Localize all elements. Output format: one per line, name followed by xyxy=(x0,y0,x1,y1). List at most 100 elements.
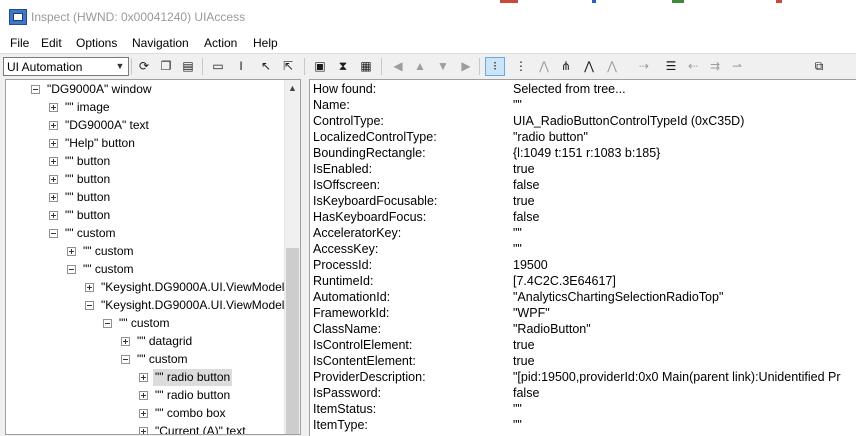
toolbar: UI Automation ▼ ⟳ ❐ ▤ ▭ I ↖ ⇱ ▣ ⧗ ▦ ◀ ▲ ▼ ▶ ⁝ ⋮ ⋀ ⋔ ⋀ ⋀ ⇢ ☰ ⇠ ⇉… xyxy=(0,53,856,80)
nav-down-icon[interactable]: ▼ xyxy=(433,57,453,76)
property-row[interactable]: IsOffscreen: false xyxy=(310,177,856,193)
property-row[interactable]: ClassName: "RadioButton" xyxy=(310,321,856,337)
scrollbar-thumb[interactable] xyxy=(286,248,299,434)
focus-pointer-icon[interactable]: ⇱ xyxy=(278,57,298,76)
hourglass-icon[interactable]: ⧗ xyxy=(333,57,353,76)
property-row[interactable]: BoundingRectangle: {l:1049 t:151 r:1083 b… xyxy=(310,145,856,161)
nav-left-icon[interactable]: ◀ xyxy=(388,57,408,76)
property-row[interactable]: FrameworkId: "WPF" xyxy=(310,305,856,321)
tree-item-label: "" button xyxy=(65,208,111,222)
property-value: "" xyxy=(513,402,522,416)
tree-item-label: "" button xyxy=(65,154,111,168)
menu-options[interactable]: Options xyxy=(76,36,117,50)
property-name: ItemStatus: xyxy=(313,402,377,416)
property-row[interactable]: LocalizedControlType: "radio button" xyxy=(310,129,856,145)
expand-plus-icon[interactable] xyxy=(49,139,58,148)
collapse-minus-icon[interactable] xyxy=(85,301,94,310)
expand-plus-icon[interactable] xyxy=(49,211,58,220)
property-value: "WPF" xyxy=(513,306,550,320)
panel-splitter[interactable] xyxy=(301,79,309,435)
expand-plus-icon[interactable] xyxy=(139,391,148,400)
property-name: Name: xyxy=(313,98,350,112)
property-row[interactable]: IsPassword: false xyxy=(310,385,856,401)
expand-plus-icon[interactable] xyxy=(139,373,148,382)
scroll-up-icon[interactable]: ▲ xyxy=(285,80,300,97)
properties-panel: How found: Selected from tree... Name: "" Co… xyxy=(309,79,856,436)
expand-plus-icon[interactable] xyxy=(85,283,94,292)
property-row[interactable]: ControlType: UIA_RadioButtonControlTypeId… xyxy=(310,113,856,129)
watch-icon[interactable]: ▦ xyxy=(356,57,376,76)
tree-view-icon[interactable]: ⁝ xyxy=(485,57,505,76)
expand-plus-icon[interactable] xyxy=(139,409,148,418)
property-row[interactable]: HasKeyboardFocus: false xyxy=(310,209,856,225)
properties-icon[interactable]: ▤ xyxy=(178,57,198,76)
nav-up-icon[interactable]: ▲ xyxy=(410,57,430,76)
expand-plus-icon[interactable] xyxy=(139,427,148,434)
element-tree[interactable]: ▲ "DG9000A" window "" image "DG9000A" text… xyxy=(5,79,301,435)
tree-item-label: "" radio button xyxy=(153,369,233,386)
property-row[interactable]: RuntimeId: [7.4C2C.3E64617] xyxy=(310,273,856,289)
chevron-down-icon[interactable]: ▼ xyxy=(112,58,128,75)
collapse-minus-icon[interactable] xyxy=(103,319,112,328)
nav-right-icon[interactable]: ▶ xyxy=(456,57,476,76)
toolbar-separator xyxy=(304,58,305,75)
menu-navigation[interactable]: Navigation xyxy=(132,36,189,50)
last-child-icon[interactable]: ⋀ xyxy=(602,57,622,76)
expand-plus-icon[interactable] xyxy=(67,247,76,256)
pointer-icon[interactable]: ↖ xyxy=(256,57,276,76)
property-row[interactable]: ProviderDescription: "[pid:19500,provider… xyxy=(310,369,856,385)
expand-plus-icon[interactable] xyxy=(49,193,58,202)
expand-plus-icon[interactable] xyxy=(49,175,58,184)
action-icon[interactable]: ☰ xyxy=(661,57,681,76)
property-row[interactable]: Name: "" xyxy=(310,97,856,113)
title-bar: Inspect (HWND: 0x00041240) UIAccess xyxy=(0,0,856,33)
automation-mode-select[interactable]: UI Automation ▼ xyxy=(3,57,129,76)
background-window-edge-red xyxy=(500,0,518,3)
property-row[interactable]: IsKeyboardFocusable: true xyxy=(310,193,856,209)
scroll-icon[interactable]: ⇀ xyxy=(727,57,747,76)
property-value: UIA_RadioButtonControlTypeId (0xC35D) xyxy=(513,114,745,128)
property-row[interactable]: ItemStatus: "" xyxy=(310,401,856,417)
property-row[interactable]: IsEnabled: true xyxy=(310,161,856,177)
collapse-icon[interactable]: ⇠ xyxy=(683,57,703,76)
select-rect-icon[interactable]: ▭ xyxy=(208,57,228,76)
property-row[interactable]: AccessKey: "" xyxy=(310,241,856,257)
property-row[interactable]: AutomationId: "AnalyticsChartingSelection… xyxy=(310,289,856,305)
tree-vertical-scrollbar[interactable]: ▲ xyxy=(284,80,300,434)
tree-item-label: "" combo box xyxy=(155,406,226,420)
refresh-icon[interactable]: ⟳ xyxy=(134,57,154,76)
menu-action[interactable]: Action xyxy=(204,36,237,50)
property-row[interactable]: ProcessId: 19500 xyxy=(310,257,856,273)
tree-item-label: "" custom xyxy=(65,226,116,240)
move-icon[interactable]: ⇉ xyxy=(705,57,725,76)
property-row[interactable]: AcceleratorKey: "" xyxy=(310,225,856,241)
expand-icon[interactable]: ⇢ xyxy=(634,57,654,76)
expand-plus-icon[interactable] xyxy=(49,103,58,112)
menu-help[interactable]: Help xyxy=(253,36,278,50)
menu-edit[interactable]: Edit xyxy=(41,36,62,50)
collapse-minus-icon[interactable] xyxy=(31,85,40,94)
first-child-icon[interactable]: ⋀ xyxy=(534,57,554,76)
property-row[interactable]: How found: Selected from tree... xyxy=(310,81,856,97)
property-row[interactable]: IsControlElement: true xyxy=(310,337,856,353)
collapse-minus-icon[interactable] xyxy=(121,355,130,364)
menu-file[interactable]: File xyxy=(10,36,29,50)
property-name: IsEnabled: xyxy=(313,162,373,176)
expand-plus-icon[interactable] xyxy=(121,337,130,346)
caret-icon[interactable]: I xyxy=(231,57,251,76)
prev-sibling-icon[interactable]: ⋀ xyxy=(579,57,599,76)
highlight-icon[interactable]: ▣ xyxy=(310,57,330,76)
collapse-minus-icon[interactable] xyxy=(67,265,76,274)
copy-icon[interactable]: ❐ xyxy=(156,57,176,76)
collapse-minus-icon[interactable] xyxy=(49,229,58,238)
toolbar-separator xyxy=(479,58,480,75)
expand-plus-icon[interactable] xyxy=(49,121,58,130)
parent-icon[interactable]: ⋮ xyxy=(511,57,531,76)
property-name: ProcessId: xyxy=(313,258,373,272)
next-sibling-icon[interactable]: ⋔ xyxy=(556,57,576,76)
tree-item-label: "" custom xyxy=(83,262,134,276)
property-row[interactable]: ItemType: "" xyxy=(310,417,856,433)
expand-plus-icon[interactable] xyxy=(49,157,58,166)
property-row[interactable]: IsContentElement: true xyxy=(310,353,856,369)
toggle-icon[interactable]: ⧉ xyxy=(809,57,829,76)
